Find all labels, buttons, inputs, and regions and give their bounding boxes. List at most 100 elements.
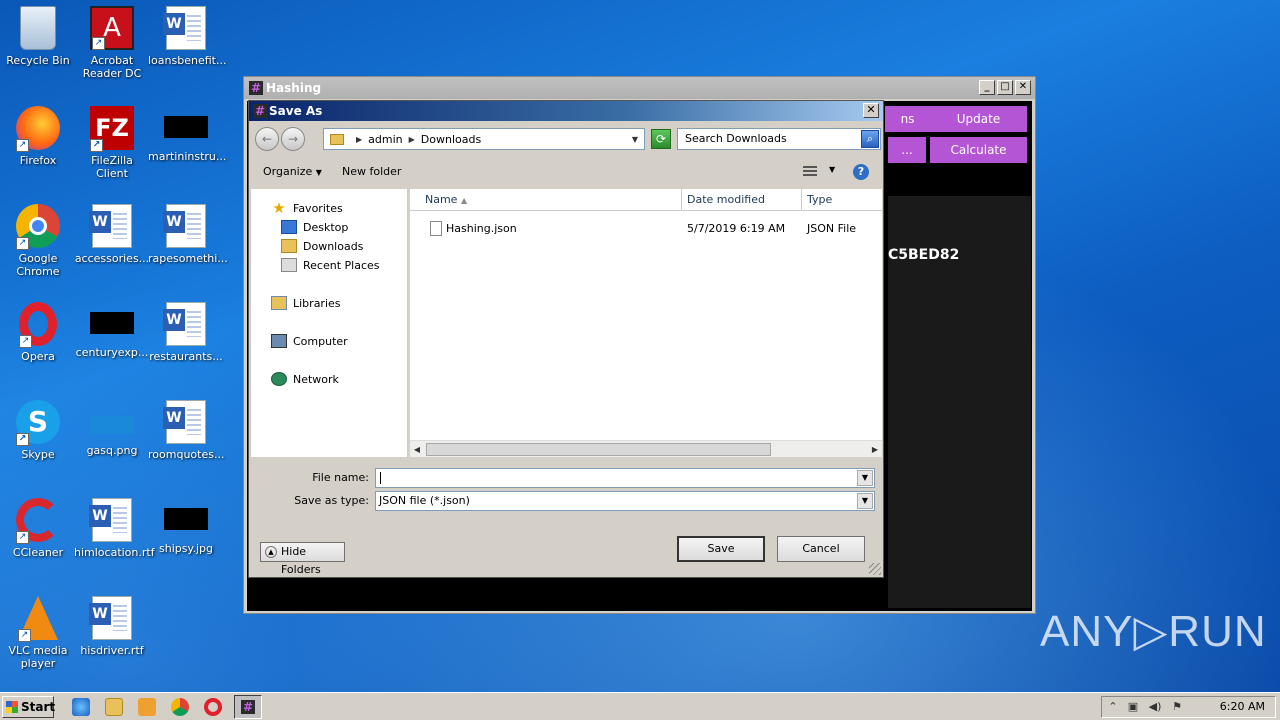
star-icon: ★ (272, 199, 286, 217)
desktop-icon-accessories[interactable]: W accessories... (74, 204, 150, 265)
desktop-icon-hisdriver[interactable]: W hisdriver.rtf (74, 596, 150, 657)
desktop-icon-recycle-bin[interactable]: Recycle Bin (0, 6, 76, 67)
chevron-down-icon[interactable]: ▼ (857, 493, 873, 509)
nav-item-libraries[interactable]: Libraries (271, 296, 341, 310)
dialog-titlebar[interactable]: # Save As ✕ (249, 101, 883, 121)
filezilla-icon: FZ ↗ (90, 106, 134, 152)
nav-item-computer[interactable]: Computer (271, 334, 348, 348)
desktop-icon-acrobat[interactable]: A ↗ Acrobat Reader DC (74, 6, 150, 80)
organize-button[interactable]: Organize ▼ (263, 165, 322, 178)
update-button[interactable]: Update (930, 106, 1027, 132)
chevron-down-icon[interactable]: ▼ (829, 165, 835, 174)
chevron-down-icon[interactable]: ▼ (857, 470, 873, 486)
scrollbar-thumb[interactable] (426, 443, 771, 456)
desktop-icon-centuryexp[interactable]: centuryexp... (74, 302, 150, 359)
chrome-icon: ↗ (16, 204, 60, 250)
shortcut-arrow-icon: ↗ (16, 433, 29, 446)
desktop-icon-rapesomethi[interactable]: W rapesomethi... (148, 204, 228, 265)
browse-button[interactable]: ... (888, 137, 926, 163)
column-header-name[interactable]: Name ▲ (410, 189, 682, 211)
chevron-down-icon[interactable]: ▼ (632, 135, 638, 144)
partial-button[interactable]: ns (885, 106, 930, 132)
app-titlebar[interactable]: # Hashing _ □ ✕ (244, 77, 1035, 99)
address-bar[interactable]: ▶ admin ▶ Downloads ▼ (323, 128, 645, 150)
word-document-icon: W (163, 204, 206, 248)
file-row[interactable]: Hashing.json 5/7/2019 6:19 AM JSON File (410, 219, 882, 239)
desktop-icon-ccleaner[interactable]: ↗ CCleaner (0, 498, 76, 559)
resize-grip[interactable] (869, 563, 881, 575)
back-button[interactable]: ← (255, 127, 279, 151)
scroll-left-icon[interactable]: ◀ (410, 443, 424, 456)
desktop-icon-himlocation[interactable]: W himlocation.rtf (74, 498, 155, 559)
computer-icon (271, 334, 287, 348)
file-name-input[interactable]: ▼ (375, 468, 875, 488)
hashing-taskbar-button[interactable]: # (234, 695, 262, 719)
desktop-icon-martininstru[interactable]: martininstru... (148, 106, 226, 163)
opera-taskbar-icon[interactable] (204, 698, 222, 716)
hide-folders-button[interactable]: ▲ Hide Folders (260, 542, 345, 576)
desktop-icon-vlc[interactable]: ↗ VLC media player (0, 596, 76, 670)
file-list-pane: Name ▲ Date modified Type Hashing.json 5… (410, 189, 882, 457)
desktop-icon-opera[interactable]: ↗ Opera (0, 302, 76, 363)
new-folder-button[interactable]: New folder (342, 165, 401, 178)
desktop-icon-chrome[interactable]: ↗ Google Chrome (0, 204, 76, 278)
forward-button[interactable]: → (281, 127, 305, 151)
network-tray-icon[interactable]: ▣ (1126, 700, 1140, 714)
ie-icon[interactable] (72, 698, 90, 716)
media-player-icon[interactable] (138, 698, 156, 716)
nav-item-network[interactable]: Network (271, 372, 339, 386)
chevron-right-icon: ▶ (356, 134, 363, 144)
minimize-button[interactable]: _ (979, 80, 995, 95)
file-type: JSON File (807, 222, 857, 235)
windows-logo-icon (6, 701, 18, 713)
word-document-icon: W (89, 596, 132, 640)
shortcut-arrow-icon: ↗ (18, 629, 31, 642)
desktop-icon-skype[interactable]: S ↗ Skype (0, 400, 76, 461)
volume-icon[interactable]: ◀) (1148, 700, 1162, 714)
maximize-button[interactable]: □ (997, 80, 1013, 95)
desktop-icon-restaurants[interactable]: W restaurants... (148, 302, 224, 363)
chevron-up-icon: ▲ (265, 546, 277, 558)
shortcut-arrow-icon: ↗ (92, 37, 105, 50)
view-options-icon[interactable] (803, 166, 817, 178)
desktop-icon-filezilla[interactable]: FZ ↗ FileZilla Client (74, 106, 150, 180)
navigation-bar: ← → ▶ admin ▶ Downloads ▼ ⟳ Search Downl… (251, 125, 881, 153)
search-icon[interactable]: ⌕ (861, 130, 879, 148)
cancel-button[interactable]: Cancel (777, 536, 865, 562)
calculate-button[interactable]: Calculate (930, 137, 1027, 163)
desktop-icon-shipsy[interactable]: shipsy.jpg (148, 498, 224, 555)
breadcrumb-downloads[interactable]: Downloads (421, 133, 481, 146)
help-icon[interactable]: ? (853, 164, 869, 180)
flag-icon[interactable]: ⚑ (1170, 700, 1184, 714)
dialog-close-button[interactable]: ✕ (863, 103, 879, 118)
breadcrumb-admin[interactable]: admin (368, 133, 402, 146)
search-input[interactable]: Search Downloads ⌕ (677, 128, 881, 150)
desktop-folder-icon (281, 220, 297, 234)
nav-item-downloads[interactable]: Downloads (281, 239, 363, 253)
scroll-right-icon[interactable]: ▶ (868, 443, 882, 456)
horizontal-scrollbar[interactable]: ◀ ▶ (410, 440, 882, 457)
chevron-up-icon[interactable]: ⌃ (1106, 700, 1120, 714)
save-type-select[interactable]: JSON file (*.json) ▼ (375, 491, 875, 511)
shortcut-arrow-icon: ↗ (16, 139, 29, 152)
app-title-text: Hashing (266, 81, 322, 95)
column-header-date[interactable]: Date modified (682, 189, 802, 211)
start-button[interactable]: Start (2, 696, 55, 718)
acrobat-icon: A ↗ (90, 6, 134, 50)
column-header-type[interactable]: Type (802, 189, 882, 211)
system-tray: ⌃ ▣ ◀) ⚑ 6:20 AM (1101, 696, 1276, 718)
explorer-icon[interactable] (105, 698, 123, 716)
clock[interactable]: 6:20 AM (1220, 700, 1265, 713)
desktop-icon-loansbenefit[interactable]: W loansbenefit... (148, 6, 226, 67)
desktop-icon-firefox[interactable]: ↗ Firefox (0, 106, 76, 167)
desktop-icon-roomquotes[interactable]: W roomquotes... (148, 400, 224, 461)
nav-item-desktop[interactable]: Desktop (281, 220, 348, 234)
nav-item-recent-places[interactable]: Recent Places (281, 258, 380, 272)
desktop-icon-gasq[interactable]: gasq.png (74, 400, 150, 457)
word-document-icon: W (89, 204, 132, 248)
save-button[interactable]: Save (677, 536, 765, 562)
chrome-taskbar-icon[interactable] (171, 698, 189, 716)
nav-item-favorites[interactable]: ★ Favorites (271, 199, 342, 217)
close-button[interactable]: ✕ (1015, 80, 1031, 95)
refresh-button[interactable]: ⟳ (651, 129, 671, 149)
